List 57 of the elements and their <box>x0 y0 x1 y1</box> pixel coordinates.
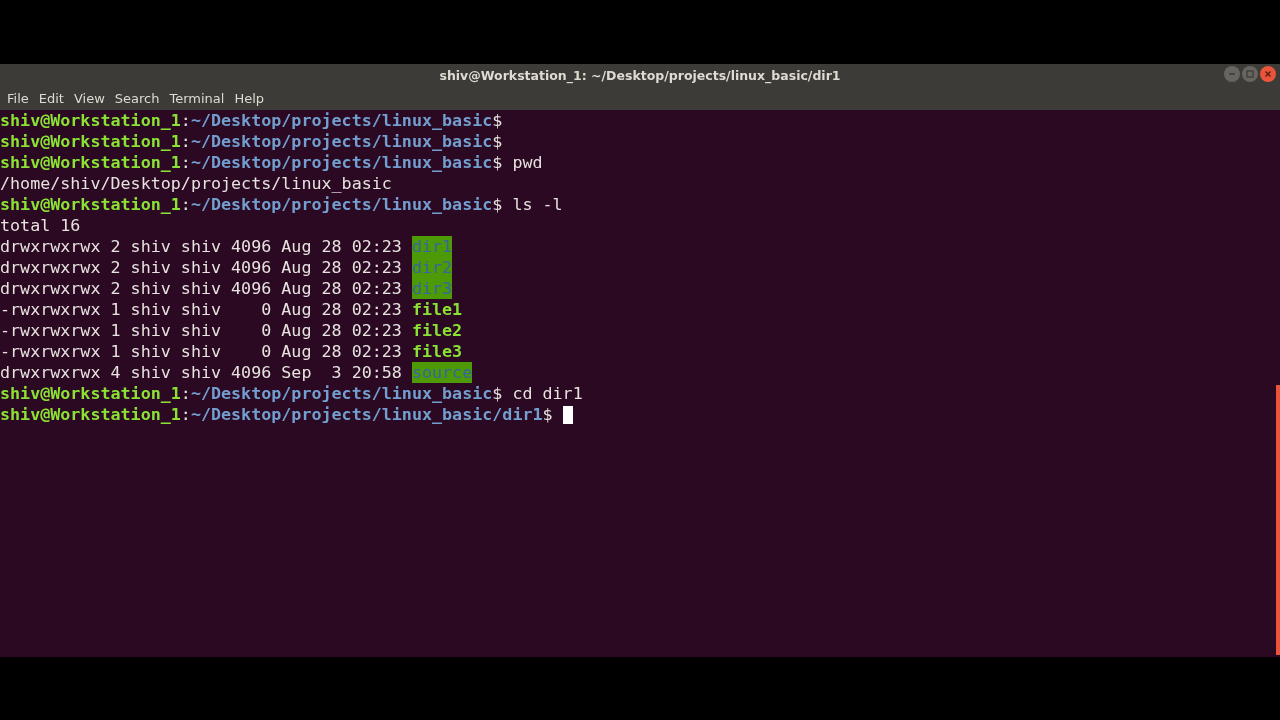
prompt-path: ~/Desktop/projects/linux_basic <box>190 131 493 152</box>
close-button[interactable] <box>1260 66 1276 82</box>
prompt-user: shiv@Workstation_1 <box>0 152 181 173</box>
prompt-user: shiv@Workstation_1 <box>0 194 181 215</box>
prompt-path: ~/Desktop/projects/linux_basic <box>190 152 493 173</box>
listing-details: drwxrwxrwx 4 shiv shiv 4096 Sep 3 20:58 <box>0 362 402 383</box>
output-line: total 16 <box>0 215 81 236</box>
command-text: cd dir1 <box>512 383 583 404</box>
minimize-button[interactable] <box>1224 66 1240 82</box>
directory-name: dir1 <box>411 236 453 257</box>
close-icon <box>1264 70 1272 78</box>
listing-details: -rwxrwxrwx 1 shiv shiv 0 Aug 28 02:23 <box>0 320 402 341</box>
prompt-path: ~/Desktop/projects/linux_basic <box>190 383 493 404</box>
menu-item[interactable]: Search <box>109 90 165 106</box>
prompt-separator: : <box>180 194 191 215</box>
directory-name: dir3 <box>411 278 453 299</box>
prompt-separator: : <box>180 131 191 152</box>
prompt-user: shiv@Workstation_1 <box>0 131 181 152</box>
prompt-path: ~/Desktop/projects/linux_basic <box>190 110 493 131</box>
menu-item[interactable]: File <box>2 90 34 106</box>
prompt-separator: : <box>180 383 191 404</box>
prompt-symbol: $ <box>492 383 503 404</box>
prompt-symbol: $ <box>492 131 503 152</box>
prompt-separator: : <box>180 152 191 173</box>
menu-item[interactable]: Help <box>229 90 270 106</box>
minimize-icon <box>1228 70 1236 78</box>
menu-item[interactable]: View <box>68 90 110 106</box>
menu-item[interactable]: Edit <box>33 90 69 106</box>
listing-details: drwxrwxrwx 2 shiv shiv 4096 Aug 28 02:23 <box>0 257 402 278</box>
prompt-path: ~/Desktop/projects/linux_basic/dir1 <box>190 404 543 425</box>
file-name: file1 <box>411 299 463 320</box>
menu-item[interactable]: Terminal <box>164 90 230 106</box>
command-text: ls -l <box>512 194 563 215</box>
maximize-button[interactable] <box>1242 66 1258 82</box>
prompt-symbol: $ <box>542 404 553 425</box>
scrollbar-thumb[interactable] <box>1276 385 1280 655</box>
directory-name: dir2 <box>411 257 453 278</box>
prompt-symbol: $ <box>492 152 503 173</box>
listing-details: drwxrwxrwx 2 shiv shiv 4096 Aug 28 02:23 <box>0 278 402 299</box>
command-text: pwd <box>512 152 543 173</box>
prompt-symbol: $ <box>492 110 503 131</box>
window-title: shiv@Workstation_1: ~/Desktop/projects/linux_basic/dir1 <box>439 67 841 83</box>
prompt-symbol: $ <box>492 194 503 215</box>
output-line: /home/shiv/Desktop/projects/linux_basic <box>0 173 392 194</box>
prompt-user: shiv@Workstation_1 <box>0 404 181 425</box>
prompt-user: shiv@Workstation_1 <box>0 383 181 404</box>
listing-details: drwxrwxrwx 2 shiv shiv 4096 Aug 28 02:23 <box>0 236 402 257</box>
prompt-separator: : <box>180 404 191 425</box>
prompt-user: shiv@Workstation_1 <box>0 110 181 131</box>
prompt-separator: : <box>180 110 191 131</box>
listing-details: -rwxrwxrwx 1 shiv shiv 0 Aug 28 02:23 <box>0 299 402 320</box>
file-name: file3 <box>411 341 463 362</box>
maximize-icon <box>1246 70 1254 78</box>
prompt-path: ~/Desktop/projects/linux_basic <box>190 194 493 215</box>
directory-name: source <box>411 362 473 383</box>
file-name: file2 <box>411 320 463 341</box>
listing-details: -rwxrwxrwx 1 shiv shiv 0 Aug 28 02:23 <box>0 341 402 362</box>
